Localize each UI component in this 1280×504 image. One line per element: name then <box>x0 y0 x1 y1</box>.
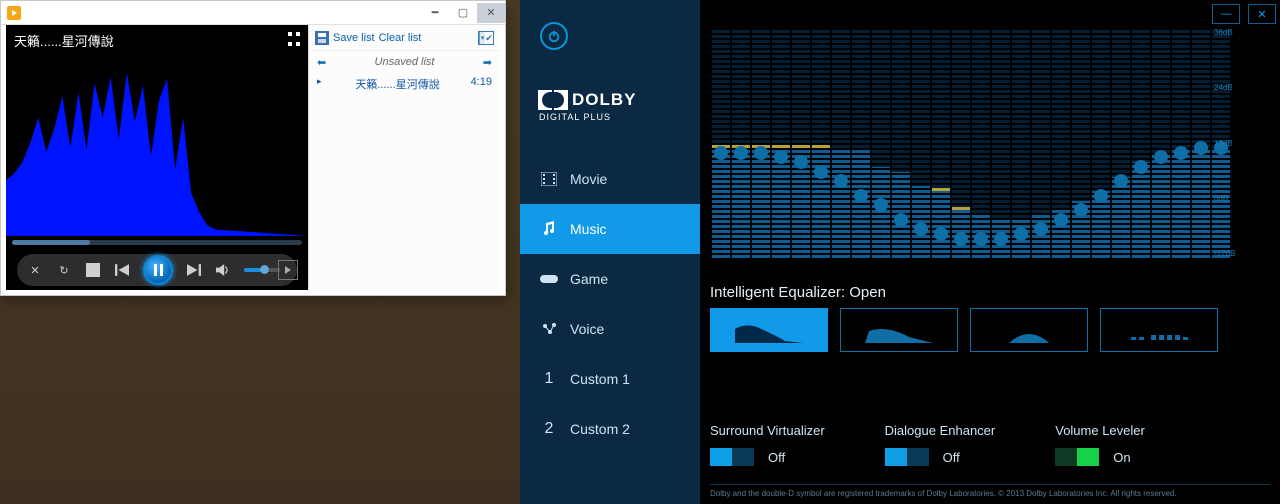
profile-label: Voice <box>570 321 604 337</box>
playlist-item-title: 天籟......星河傳說 <box>355 76 439 92</box>
profile-label: Movie <box>570 171 607 187</box>
feature-toggles: Surround VirtualizerOffDialogue Enhancer… <box>710 423 1270 466</box>
brand-name: DOLBY <box>572 90 637 110</box>
number-1: 1 <box>540 370 558 388</box>
dolby-minimize-button[interactable]: — <box>1212 4 1240 24</box>
gamepad-icon <box>540 270 558 288</box>
volume-slider[interactable] <box>244 268 280 272</box>
profile-item-custom1[interactable]: 1 Custom 1 <box>520 354 700 404</box>
now-playing-area: 天籟......星河傳說 01:13 ✕ ↻ <box>6 25 308 290</box>
note-icon <box>540 220 558 238</box>
legal-footnote: Dolby and the double-D symbol are regist… <box>710 484 1270 498</box>
dolby-brand: DOLBY DIGITAL PLUS <box>538 90 700 122</box>
stop-button[interactable] <box>85 262 101 278</box>
eq-preset-focused[interactable] <box>970 308 1088 352</box>
dolby-panel: DOLBY DIGITAL PLUS MovieMusicGameVoice1C… <box>520 0 1280 504</box>
playlist-heading: Unsaved list <box>375 56 435 68</box>
number-2: 2 <box>540 420 558 438</box>
eq-preset-rich[interactable] <box>840 308 958 352</box>
playlist-nav: ⬅ Unsaved list ➡ <box>309 51 500 73</box>
profile-item-movie[interactable]: Movie <box>520 154 700 204</box>
profile-item-music[interactable]: Music <box>520 204 700 254</box>
shuffle-button[interactable]: ✕ <box>27 262 43 278</box>
playlist-item-duration: 4:19 <box>471 76 492 92</box>
feature-state: On <box>1113 450 1130 465</box>
save-icon <box>315 31 329 45</box>
now-playing-title: 天籟......星河傳說 <box>14 31 114 50</box>
profile-label: Custom 1 <box>570 371 630 387</box>
feature-volume-leveler: Volume Leveler On <box>1055 423 1145 466</box>
fullscreen-icon[interactable] <box>286 31 302 47</box>
feature-surround-virtualizer: Surround Virtualizer Off <box>710 423 825 466</box>
titlebar[interactable]: ━ ▢ ✕ <box>1 1 505 25</box>
eq-preset-flat[interactable] <box>1100 308 1218 352</box>
power-button[interactable] <box>540 22 568 50</box>
playback-bar: 01:13 ✕ ↻ <box>6 236 308 290</box>
profile-item-voice[interactable]: Voice <box>520 304 700 354</box>
play-pause-button[interactable] <box>143 255 173 285</box>
dolby-window-buttons: — ✕ <box>1212 4 1276 24</box>
profile-item-custom2[interactable]: 2 Custom 2 <box>520 404 700 454</box>
audio-visualization <box>6 53 308 236</box>
switch-to-library-button[interactable] <box>278 260 298 280</box>
film-icon <box>540 170 558 188</box>
toggle-switch[interactable] <box>710 448 754 466</box>
profile-label: Custom 2 <box>570 421 630 437</box>
player-body: 天籟......星河傳說 01:13 ✕ ↻ <box>6 25 500 290</box>
profile-label: Game <box>570 271 608 287</box>
equalizer-chart[interactable]: 36dB24dB12dB0dB-12dB <box>710 26 1244 260</box>
brand-sub: DIGITAL PLUS <box>539 112 700 122</box>
dolby-main: — ✕ 36dB24dB12dB0dB-12dB Intelligent Equ… <box>700 0 1280 504</box>
clear-list-button[interactable]: Clear list <box>379 32 422 44</box>
eq-scale: 36dB24dB12dB0dB-12dB <box>1214 26 1244 260</box>
dolby-dd-icon <box>538 90 568 110</box>
media-player-window: ━ ▢ ✕ 天籟......星河傳說 01:13 ✕ ↻ <box>0 0 506 296</box>
toggle-switch[interactable] <box>885 448 929 466</box>
media-player-app-icon <box>7 6 21 20</box>
feature-label: Surround Virtualizer <box>710 423 825 438</box>
profile-label: Music <box>570 221 607 237</box>
next-button[interactable] <box>186 262 202 278</box>
feature-dialogue-enhancer: Dialogue Enhancer Off <box>885 423 996 466</box>
voice-icon <box>540 320 558 338</box>
maximize-button[interactable]: ▢ <box>449 3 477 23</box>
seek-progress <box>12 240 90 245</box>
transport-controls: ✕ ↻ <box>17 254 297 286</box>
feature-label: Dialogue Enhancer <box>885 423 996 438</box>
feature-state: Off <box>768 450 785 465</box>
playlist-pane: Save list Clear list ▾ ⬅ Unsaved list ➡ … <box>308 25 500 290</box>
playlist-item[interactable]: 天籟......星河傳說 4:19 <box>309 73 500 95</box>
previous-button[interactable] <box>114 262 130 278</box>
eq-preset-row <box>710 308 1218 352</box>
playlist-prev-icon[interactable]: ⬅ <box>317 56 326 69</box>
playlist-options-dropdown[interactable]: ▾ <box>478 31 494 45</box>
feature-state: Off <box>943 450 960 465</box>
profile-list: Movie Music Game Voice 1 Custom 1 2 Custom 2 <box>520 154 700 454</box>
dolby-close-button[interactable]: ✕ <box>1248 4 1276 24</box>
close-button[interactable]: ✕ <box>477 3 505 23</box>
playlist-toolbar: Save list Clear list ▾ <box>309 25 500 51</box>
eq-preset-open[interactable] <box>710 308 828 352</box>
toggle-switch[interactable] <box>1055 448 1099 466</box>
minimize-button[interactable]: ━ <box>421 3 449 23</box>
repeat-button[interactable]: ↻ <box>56 262 72 278</box>
dolby-sidebar: DOLBY DIGITAL PLUS MovieMusicGameVoice1C… <box>520 0 700 504</box>
playlist-next-icon[interactable]: ➡ <box>483 56 492 69</box>
seek-slider[interactable] <box>12 240 302 245</box>
intelligent-eq-label: Intelligent Equalizer: Open <box>710 284 886 301</box>
mute-button[interactable] <box>215 262 231 278</box>
feature-label: Volume Leveler <box>1055 423 1145 438</box>
save-list-button[interactable]: Save list <box>333 32 375 44</box>
profile-item-game[interactable]: Game <box>520 254 700 304</box>
